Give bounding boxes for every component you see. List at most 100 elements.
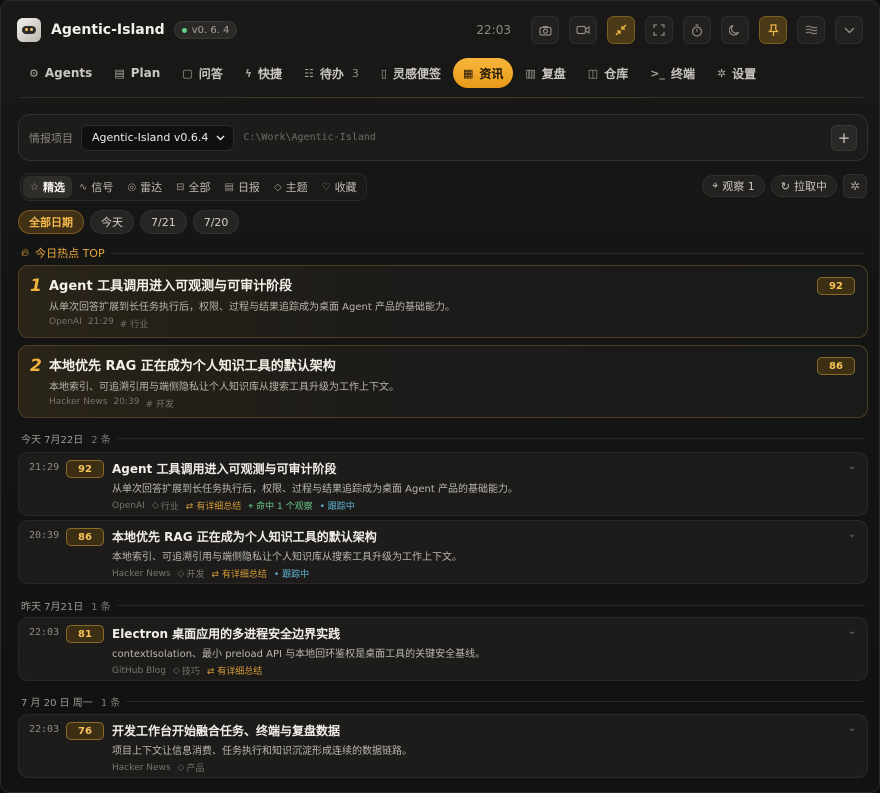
source: GitHub Blog bbox=[112, 665, 166, 676]
divider bbox=[126, 701, 865, 702]
hot-description: 本地索引、可追溯引用与端侧隐私让个人知识库从搜索工具升级为工作上下文。 bbox=[49, 382, 399, 393]
nav-label: 复盘 bbox=[541, 66, 566, 81]
status-text: 跟踪中 bbox=[327, 502, 355, 512]
chevron-down-icon[interactable]: ⌄ bbox=[848, 626, 856, 637]
todo-count-badge: 3 bbox=[351, 66, 359, 80]
tag-icon: ◇ bbox=[151, 500, 159, 511]
chevron-down-icon[interactable]: ⌄ bbox=[848, 461, 856, 472]
day-date: 今天 7月22日 bbox=[21, 435, 84, 446]
feed-controls: ⌖ 观察 1 ↻ 拉取中 ✲ bbox=[702, 174, 867, 198]
nav-todo[interactable]: ☷ 待办 3 bbox=[294, 58, 369, 88]
news-title: Electron 桌面应用的多进程安全边界实践 bbox=[112, 627, 341, 641]
date-chip-0721[interactable]: 7/21 bbox=[140, 210, 187, 234]
pin-icon[interactable] bbox=[759, 16, 787, 44]
heart-icon: ♡ bbox=[321, 181, 331, 193]
news-time: 22:03 bbox=[29, 724, 60, 735]
chat-icon: ▢ bbox=[182, 66, 193, 80]
day-count: 2 条 bbox=[91, 435, 111, 446]
date-chip-0720[interactable]: 7/20 bbox=[192, 210, 240, 234]
source: OpenAI bbox=[49, 317, 82, 327]
news-meta: Hacker News ◇ 产品 bbox=[112, 761, 205, 775]
news-title: Agent 工具调用进入可观测与可审计阶段 bbox=[112, 462, 337, 476]
filter-label: 全部 bbox=[188, 181, 211, 194]
news-item[interactable]: 20:39 86 本地优先 RAG 正在成为个人知识工具的默认架构 本地索引、可… bbox=[18, 520, 868, 584]
nav-repo[interactable]: ◫ 仓库 bbox=[578, 58, 638, 88]
day-count: 1 条 bbox=[100, 698, 121, 709]
day-date: 昨天 7月21日 bbox=[21, 602, 84, 613]
hot-card[interactable]: 1 Agent 工具调用进入可观测与可审计阶段 从单次回答扩展到长任务执行后，权… bbox=[18, 265, 868, 338]
chevron-down-icon[interactable]: ⌄ bbox=[848, 529, 856, 540]
day-group-heading: 今天 7月22日 2 条 bbox=[21, 431, 865, 446]
camera-icon[interactable] bbox=[531, 16, 559, 44]
feed-settings-button[interactable]: ✲ bbox=[843, 174, 867, 198]
collapse-icon[interactable] bbox=[607, 16, 635, 44]
add-project-button[interactable]: + bbox=[831, 124, 857, 151]
filter-all[interactable]: ⊟ 全部 bbox=[169, 176, 217, 198]
news-item[interactable]: 22:03 76 开发工作台开始融合任务、终端与复盘数据 项目上下文让信息消费、… bbox=[18, 714, 868, 778]
news-description: 本地索引、可追溯引用与端侧隐私让个人知识库从搜索工具升级为工作上下文。 bbox=[112, 552, 462, 563]
score-badge: 86 bbox=[817, 357, 855, 375]
project-label: 情报项目 bbox=[29, 131, 73, 145]
chart-icon: ▥ bbox=[525, 66, 536, 80]
observe-label: 观察 1 bbox=[722, 180, 755, 193]
nav-agents[interactable]: ⚙ Agents bbox=[19, 58, 102, 88]
project-select[interactable]: Agentic-Island v0.6.4 bbox=[81, 124, 235, 151]
tag: # 开发 bbox=[145, 400, 174, 410]
date-chip-today[interactable]: 今天 bbox=[90, 210, 134, 234]
tracking-badge: • 跟踪中 bbox=[273, 570, 310, 580]
nav-notes[interactable]: ▯ 灵感便签 bbox=[371, 58, 451, 88]
tag-icon: ◇ bbox=[172, 665, 180, 676]
news-item[interactable]: 22:03 81 Electron 桌面应用的多进程安全边界实践 context… bbox=[18, 617, 868, 681]
news-item[interactable]: 21:29 92 Agent 工具调用进入可观测与可审计阶段 从单次回答扩展到长… bbox=[18, 452, 868, 516]
flame-icon: 🔥︎ bbox=[21, 246, 30, 259]
app-window: Agentic-Island v0. 6. 4 22:03 ⚙ Agents ▤… bbox=[0, 0, 880, 793]
filter-radar[interactable]: ◎ 雷达 bbox=[120, 176, 169, 198]
nav-label: 设置 bbox=[732, 66, 757, 81]
radar-icon: ◎ bbox=[127, 181, 137, 193]
hot-card[interactable]: 2 本地优先 RAG 正在成为个人知识工具的默认架构 本地索引、可追溯引用与端侧… bbox=[18, 345, 868, 418]
filter-daily[interactable]: ▤ 日报 bbox=[217, 176, 266, 198]
expand-icon[interactable] bbox=[645, 16, 673, 44]
chevron-down-icon[interactable] bbox=[835, 16, 863, 44]
nav-shortcuts[interactable]: ϟ 快捷 bbox=[235, 58, 292, 88]
hot-meta: Hacker News 20:39 # 开发 bbox=[49, 397, 174, 410]
tag: 产品 bbox=[186, 764, 205, 774]
date-filter: 全部日期 今天 7/21 7/20 bbox=[18, 210, 240, 234]
moon-icon[interactable] bbox=[721, 16, 749, 44]
filter-favorites[interactable]: ♡ 收藏 bbox=[315, 176, 364, 198]
nav-plan[interactable]: ▤ Plan bbox=[104, 58, 170, 88]
summary-text: 有详细总结 bbox=[196, 502, 242, 512]
hot-description: 从单次回答扩展到长任务执行后，权限、过程与结果追踪成为桌面 Agent 产品的基… bbox=[49, 302, 455, 313]
fetch-button[interactable]: ↻ 拉取中 bbox=[770, 175, 837, 197]
nav-settings[interactable]: ✲ 设置 bbox=[707, 58, 766, 88]
gear-icon: ✲ bbox=[849, 179, 861, 193]
project-path: C:\Work\Agentic-Island bbox=[243, 132, 376, 143]
nav-label: 资讯 bbox=[479, 66, 504, 81]
date-chip-all[interactable]: 全部日期 bbox=[18, 210, 84, 234]
nav-review[interactable]: ▥ 复盘 bbox=[515, 58, 575, 88]
news-time: 21:29 bbox=[29, 462, 60, 473]
nav-qa[interactable]: ▢ 问答 bbox=[172, 58, 232, 88]
nav-terminal[interactable]: >_ 终端 bbox=[640, 58, 705, 88]
feed-filter-tabs: ☆ 精选 ∿ 信号 ◎ 雷达 ⊟ 全部 ▤ 日报 ◇ 主题 ♡ 收藏 bbox=[20, 173, 367, 201]
day-date: 7 月 20 日 周一 bbox=[21, 698, 93, 709]
filter-featured[interactable]: ☆ 精选 bbox=[23, 176, 72, 198]
title-bar: Agentic-Island v0. 6. 4 22:03 bbox=[1, 1, 879, 59]
video-icon[interactable] bbox=[569, 16, 597, 44]
filter-topic[interactable]: ◇ 主题 bbox=[267, 176, 315, 198]
star-icon: ☆ bbox=[30, 181, 39, 193]
nav-label: 待办 bbox=[319, 66, 344, 81]
chevron-down-icon[interactable]: ⌄ bbox=[848, 723, 856, 734]
source: Hacker News bbox=[112, 762, 171, 773]
timer-icon[interactable] bbox=[683, 16, 711, 44]
news-description: contextIsolation、最小 preload API 与本地回环鉴权是… bbox=[112, 649, 486, 660]
filter-signal[interactable]: ∿ 信号 bbox=[72, 176, 120, 198]
score-badge: 81 bbox=[66, 625, 104, 643]
observe-button[interactable]: ⌖ 观察 1 bbox=[702, 175, 765, 197]
source: Hacker News bbox=[49, 397, 108, 407]
waves-icon[interactable] bbox=[797, 16, 825, 44]
day-count: 1 条 bbox=[91, 602, 111, 613]
nav-news[interactable]: ▦ 资讯 bbox=[452, 58, 514, 88]
note-icon: ▯ bbox=[380, 66, 387, 80]
nav-label: Plan bbox=[130, 66, 161, 80]
